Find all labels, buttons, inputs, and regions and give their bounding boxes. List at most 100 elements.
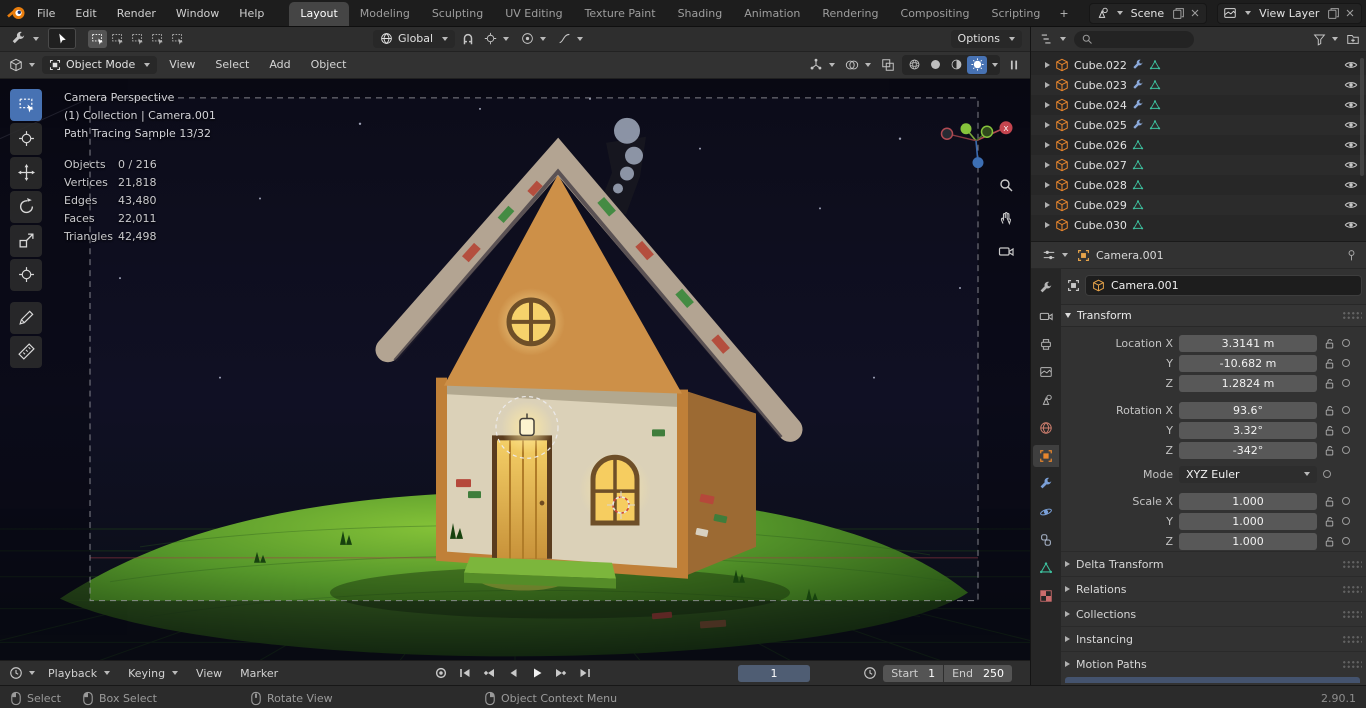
tab-view-layer[interactable] [1033, 361, 1059, 383]
jump-to-end-button[interactable] [574, 664, 595, 682]
tab-texture[interactable] [1033, 585, 1059, 607]
animate-dot[interactable] [1342, 426, 1350, 434]
disclosure-triangle[interactable] [1045, 182, 1050, 188]
disclosure-triangle[interactable] [1045, 142, 1050, 148]
menu-add[interactable]: Add [261, 55, 298, 74]
workspace-tab-layout[interactable]: Layout [289, 2, 349, 26]
section-relations[interactable]: Relations [1061, 576, 1366, 601]
eye-icon[interactable] [1344, 78, 1358, 92]
outliner-editor-type-dropdown[interactable] [1037, 30, 1069, 48]
lock-icon[interactable] [1323, 337, 1336, 350]
disclosure-triangle[interactable] [1065, 586, 1070, 592]
close-icon[interactable] [1189, 7, 1201, 19]
frame-end-field[interactable]: End 250 [944, 664, 1012, 682]
lock-icon[interactable] [1323, 515, 1336, 528]
select-mode-intersect[interactable] [168, 30, 187, 48]
tab-render[interactable] [1033, 305, 1059, 327]
workspace-tab-uv-editing[interactable]: UV Editing [494, 2, 573, 26]
play-reverse-button[interactable] [502, 664, 523, 682]
select-mode-subtract[interactable] [128, 30, 147, 48]
outliner-item[interactable]: Cube.026 [1031, 135, 1366, 155]
object-type-icon[interactable] [1067, 279, 1080, 292]
jump-to-start-button[interactable] [454, 664, 475, 682]
drag-grip[interactable] [1342, 609, 1362, 619]
active-tool-icon[interactable] [8, 29, 42, 48]
eye-icon[interactable] [1344, 198, 1358, 212]
drag-grip[interactable] [1342, 559, 1362, 569]
animate-dot[interactable] [1342, 446, 1350, 454]
animate-dot[interactable] [1342, 517, 1350, 525]
drag-grip[interactable] [1342, 584, 1362, 594]
show-gizmos-dropdown[interactable] [806, 56, 838, 74]
pan-button[interactable] [994, 206, 1018, 230]
tab-object-data[interactable] [1033, 557, 1059, 579]
lock-icon[interactable] [1323, 444, 1336, 457]
tool-scale[interactable] [10, 224, 42, 257]
menu-render[interactable]: Render [108, 4, 165, 23]
select-mode-set[interactable] [88, 29, 107, 48]
eye-icon[interactable] [1344, 218, 1358, 232]
workspace-tab-rendering[interactable]: Rendering [811, 2, 889, 26]
drag-grip[interactable] [1342, 634, 1362, 644]
scene-selector[interactable]: Scene [1088, 2, 1208, 24]
outliner-item[interactable]: Cube.030 [1031, 215, 1366, 235]
view-menu[interactable]: View [188, 664, 230, 683]
active-tool-button[interactable] [48, 28, 76, 50]
select-mode-invert[interactable] [148, 30, 167, 48]
disclosure-triangle[interactable] [1045, 122, 1050, 128]
blender-logo-icon[interactable] [6, 6, 26, 20]
proportional-editing-dropdown[interactable] [518, 30, 549, 47]
shading-wireframe-button[interactable] [904, 56, 924, 74]
tool-transform[interactable] [10, 258, 42, 291]
outliner-item[interactable]: Cube.025 [1031, 115, 1366, 135]
object-name[interactable]: Cube.030 [1074, 219, 1127, 232]
auto-keying-toggle[interactable] [430, 664, 451, 682]
eye-icon[interactable] [1344, 98, 1358, 112]
disclosure-triangle[interactable] [1065, 561, 1070, 567]
snap-magnet-icon[interactable] [461, 32, 475, 46]
tool-move[interactable] [10, 156, 42, 189]
scene-name[interactable]: Scene [1127, 7, 1169, 20]
outliner-item[interactable]: Cube.027 [1031, 155, 1366, 175]
frame-start-field[interactable]: Start 1 [883, 664, 944, 682]
workspace-tab-scripting[interactable]: Scripting [980, 2, 1051, 26]
section-motion-paths[interactable]: Motion Paths [1061, 651, 1366, 676]
disclosure-triangle[interactable] [1045, 82, 1050, 88]
outliner-item[interactable]: Cube.028 [1031, 175, 1366, 195]
add-workspace-button[interactable]: + [1051, 2, 1076, 26]
animate-dot[interactable] [1342, 339, 1350, 347]
snap-settings-dropdown[interactable] [481, 30, 512, 47]
menu-help[interactable]: Help [230, 4, 273, 23]
new-collection-icon[interactable] [1346, 32, 1360, 46]
timeline-editor-type-dropdown[interactable] [6, 664, 38, 682]
drag-grip[interactable] [1342, 659, 1362, 669]
scale-z-field[interactable]: 1.000 [1179, 532, 1317, 550]
tab-modifiers[interactable] [1033, 473, 1059, 495]
lock-icon[interactable] [1323, 424, 1336, 437]
lock-icon[interactable] [1323, 535, 1336, 548]
disclosure-triangle[interactable] [1065, 636, 1070, 642]
view-layer-name[interactable]: View Layer [1255, 7, 1323, 20]
menu-file[interactable]: File [28, 4, 64, 23]
animate-dot[interactable] [1342, 497, 1350, 505]
disclosure-triangle[interactable] [1045, 162, 1050, 168]
disclosure-triangle[interactable] [1045, 202, 1050, 208]
tab-physics[interactable] [1033, 501, 1059, 523]
properties-editor-type-dropdown[interactable] [1039, 246, 1071, 264]
current-frame-field[interactable]: 1 [738, 664, 810, 682]
workspace-tab-modeling[interactable]: Modeling [349, 2, 421, 26]
tool-select-box[interactable] [10, 88, 42, 121]
eye-icon[interactable] [1344, 138, 1358, 152]
rotation-y-field[interactable]: 3.32° [1179, 421, 1317, 439]
animate-dot[interactable] [1323, 470, 1331, 478]
xray-toggle[interactable] [878, 56, 898, 74]
options-dropdown[interactable]: Options [950, 29, 1022, 48]
location-x-field[interactable]: 3.3141 m [1179, 334, 1317, 352]
menu-view[interactable]: View [161, 55, 203, 74]
tool-rotate[interactable] [10, 190, 42, 223]
lock-icon[interactable] [1323, 357, 1336, 370]
show-overlays-dropdown[interactable] [842, 56, 874, 74]
object-name-field[interactable]: Camera.001 [1085, 275, 1362, 296]
menu-select[interactable]: Select [207, 55, 257, 74]
viewport-canvas[interactable]: X Camera Perspective (1) Collection | Ca… [0, 78, 1030, 661]
